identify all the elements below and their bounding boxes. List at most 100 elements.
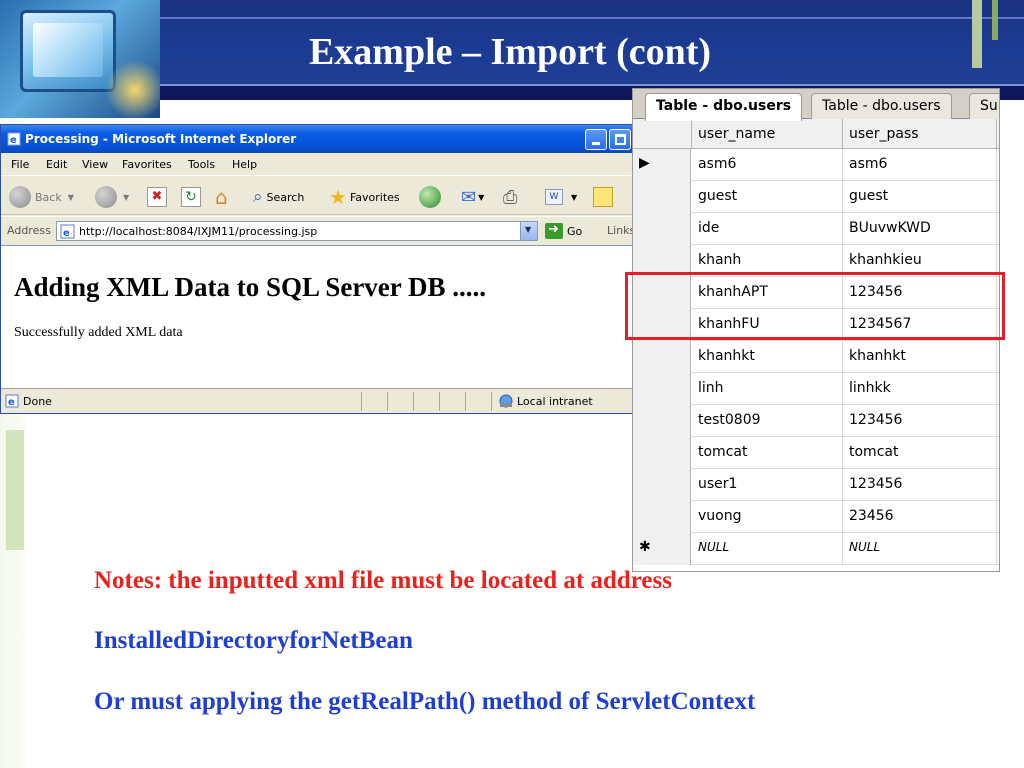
minimize-button[interactable] (585, 129, 607, 150)
column-header-user-pass[interactable]: user_pass (849, 126, 919, 142)
cell-user-name[interactable]: NULL (698, 540, 729, 554)
status-bar: e Done Local intranet (1, 388, 633, 413)
cell-user-pass[interactable]: linhkk (849, 380, 891, 396)
window-title: Processing - Microsoft Internet Explorer (25, 132, 297, 146)
table-row[interactable]: linh linhkk (633, 373, 999, 405)
cell-user-name[interactable]: linh (698, 380, 724, 396)
cell-user-pass[interactable]: tomcat (849, 444, 898, 460)
edit-button[interactable]: W ▼ (545, 185, 577, 209)
cell-user-pass[interactable]: BUuvwKWD (849, 220, 931, 236)
chevron-down-icon: ▼ (123, 192, 130, 202)
menu-tools[interactable]: Tools (188, 158, 215, 171)
menu-file[interactable]: File (11, 158, 29, 171)
slide-title: Example – Import (cont) (308, 31, 712, 73)
new-row-icon: ✱ (639, 539, 651, 555)
home-button[interactable]: ⌂ (215, 185, 228, 209)
decor-block (6, 430, 24, 550)
maximize-button[interactable] (609, 129, 631, 150)
address-dropdown-button[interactable]: ▼ (520, 222, 537, 240)
browser-window: e Processing - Microsoft Internet Explor… (0, 124, 634, 414)
menu-edit[interactable]: Edit (46, 158, 67, 171)
links-label[interactable]: Links (607, 224, 633, 237)
stop-icon: ✖ (147, 187, 167, 207)
table-row[interactable]: test0809 123456 (633, 405, 999, 437)
favorites-button[interactable]: ★ Favorites (329, 185, 400, 209)
cell-user-pass[interactable]: guest (849, 188, 888, 204)
chevron-down-icon: ▼ (571, 192, 578, 202)
row-selector[interactable]: ✱ (633, 533, 691, 565)
table-row[interactable]: vuong 23456 (633, 501, 999, 533)
row-selector[interactable] (633, 341, 691, 373)
cell-user-name[interactable]: tomcat (698, 444, 747, 460)
search-button[interactable]: ⌕ Search (253, 185, 304, 209)
menu-view[interactable]: View (82, 158, 108, 171)
table-row[interactable]: khanhkt khanhkt (633, 341, 999, 373)
chevron-down-icon: ▼ (478, 192, 485, 202)
browser-toolbar: Back ▼ ▼ ✖ ↻ ⌂ ⌕ Search ★ Favorites ✉ ▼ (1, 175, 633, 215)
tab-summary[interactable]: Su (969, 93, 999, 120)
table-row[interactable]: ▶ asm6 asm6 (633, 149, 999, 181)
table-row[interactable]: ide BUuvwKWD (633, 213, 999, 245)
note-line-3: Or must applying the getRealPath() metho… (94, 688, 756, 715)
go-button[interactable]: ➜ Go (545, 222, 582, 239)
address-input[interactable]: e http://localhost:8084/IXJM11/processin… (56, 221, 538, 241)
menu-favorites[interactable]: Favorites (122, 158, 172, 171)
cell-user-name[interactable]: user1 (698, 476, 737, 492)
page-content: Adding XML Data to SQL Server DB ..... S… (1, 245, 633, 388)
table-row[interactable]: tomcat tomcat (633, 437, 999, 469)
monitor-icon (20, 10, 116, 92)
note-line-1: Notes: the inputted xml file must be loc… (94, 567, 672, 594)
word-icon: W (545, 189, 563, 205)
menu-help[interactable]: Help (232, 158, 257, 171)
cell-user-pass[interactable]: 23456 (849, 508, 894, 524)
cell-user-name[interactable]: test0809 (698, 412, 761, 428)
new-rows-highlight-box (625, 272, 1005, 340)
svg-text:e: e (63, 228, 70, 239)
print-button[interactable]: ⎙ (503, 185, 517, 209)
row-selector[interactable] (633, 501, 691, 533)
stop-button[interactable]: ✖ (147, 185, 167, 209)
tab-table-users-2[interactable]: Table - dbo.users (811, 93, 952, 120)
row-selector[interactable] (633, 181, 691, 213)
refresh-button[interactable]: ↻ (181, 185, 201, 209)
current-row-icon: ▶ (639, 155, 650, 171)
back-arrow-icon (9, 186, 31, 208)
page-icon: e (60, 224, 75, 239)
cell-user-pass[interactable]: khanhkieu (849, 252, 922, 268)
cell-user-pass[interactable]: 123456 (849, 412, 902, 428)
column-header-user-name[interactable]: user_name (698, 126, 775, 142)
history-button[interactable] (419, 185, 441, 209)
browser-titlebar[interactable]: e Processing - Microsoft Internet Explor… (1, 125, 633, 153)
row-selector[interactable] (633, 469, 691, 501)
cell-user-name[interactable]: khanh (698, 252, 741, 268)
address-bar: Address e http://localhost:8084/IXJM11/p… (1, 216, 633, 244)
cell-user-pass[interactable]: NULL (849, 540, 880, 554)
cell-user-name[interactable]: vuong (698, 508, 741, 524)
page-done-icon: e (5, 394, 19, 408)
new-row[interactable]: ✱ NULL NULL (633, 533, 999, 565)
cell-user-name[interactable]: asm6 (698, 156, 736, 172)
refresh-icon: ↻ (181, 187, 201, 207)
forward-button[interactable]: ▼ (95, 185, 129, 209)
table-row[interactable]: user1 123456 (633, 469, 999, 501)
mail-icon: ✉ (461, 186, 477, 208)
cell-user-pass[interactable]: khanhkt (849, 348, 906, 364)
mail-button[interactable]: ✉ ▼ (461, 185, 484, 209)
row-selector[interactable] (633, 405, 691, 437)
table-row[interactable]: guest guest (633, 181, 999, 213)
cell-user-pass[interactable]: 123456 (849, 476, 902, 492)
cell-user-pass[interactable]: asm6 (849, 156, 887, 172)
cell-user-name[interactable]: khanhkt (698, 348, 755, 364)
row-selector[interactable]: ▶ (633, 149, 691, 181)
back-button[interactable]: Back ▼ (9, 185, 74, 209)
row-selector[interactable] (633, 437, 691, 469)
cell-user-name[interactable]: guest (698, 188, 737, 204)
row-selector[interactable] (633, 373, 691, 405)
page-message: Successfully added XML data (14, 325, 183, 340)
tab-table-users-active[interactable]: Table - dbo.users (645, 93, 803, 121)
row-selector[interactable] (633, 213, 691, 245)
discuss-button[interactable] (593, 185, 613, 209)
ie-logo-icon: e (7, 132, 21, 146)
cell-user-name[interactable]: ide (698, 220, 719, 236)
intranet-zone-icon (499, 394, 513, 408)
